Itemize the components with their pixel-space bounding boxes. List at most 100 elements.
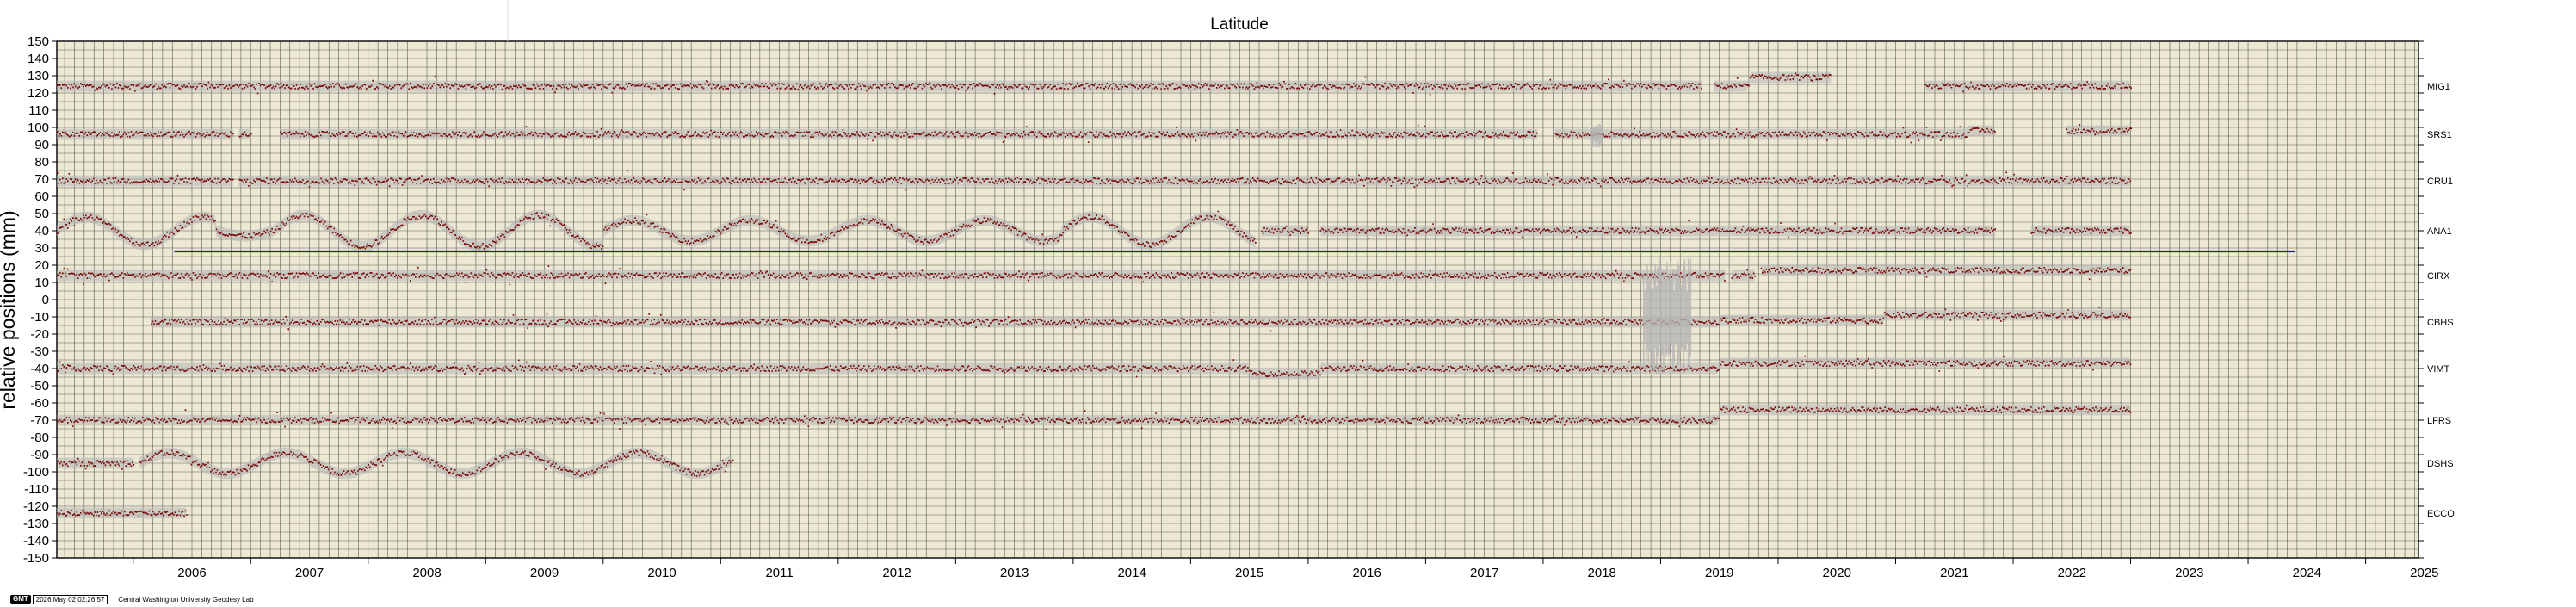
x-tick-label: 2014 [1117, 566, 1146, 580]
cirx-cbhs-noise [1646, 265, 1648, 351]
y-tick-label: -30 [30, 344, 49, 359]
cirx-cbhs-noise [1658, 275, 1660, 362]
y-tick-label: 100 [28, 121, 49, 135]
cirx-cbhs-noise [1677, 266, 1680, 364]
y-tick-label: 70 [34, 172, 49, 187]
cirx-cbhs-noise [1644, 289, 1646, 343]
x-tick-label: 2025 [2410, 566, 2438, 580]
x-tick-label: 2011 [765, 566, 793, 580]
y-tick-label: 110 [28, 103, 49, 118]
cirx-cbhs-noise [1653, 275, 1655, 373]
cirx-cbhs-noise [1657, 266, 1659, 356]
cirx-cbhs-noise [1683, 262, 1684, 375]
x-tick-label: 2020 [1823, 566, 1851, 580]
cirx-cbhs-noise [1661, 280, 1664, 355]
cirx-cbhs-noise [1656, 285, 1658, 375]
cirx-cbhs-noise [1663, 269, 1665, 373]
cirx-cbhs-noise [1682, 278, 1683, 349]
y-tick-label: -140 [23, 534, 49, 548]
station-label-vimt: VIMT [2427, 364, 2450, 375]
y-tick-label: 50 [34, 207, 49, 221]
x-tick-label: 2022 [2058, 566, 2086, 580]
x-tick-label: 2017 [1470, 566, 1498, 580]
cirx-cbhs-noise [1685, 279, 1687, 352]
y-tick-label: 40 [34, 224, 49, 238]
cirx-cbhs-noise [1645, 289, 1647, 369]
srs1-noise [1597, 127, 1599, 144]
station-label-mig1: MIG1 [2427, 82, 2450, 92]
srs1-noise [1598, 124, 1600, 148]
grid-lines [57, 40, 2418, 559]
cirx-cbhs-noise [1667, 277, 1670, 357]
y-tick-label: -110 [24, 482, 49, 497]
cirx-cbhs-noise [1686, 292, 1688, 344]
footer: GMT 2026 May 02 02:26:57 Central Washing… [10, 594, 254, 604]
station-label-ana1: ANA1 [2427, 226, 2452, 237]
station-label-dshs: DSHS [2427, 459, 2454, 469]
y-tick-label: -80 [30, 430, 49, 445]
y-tick-label: 60 [34, 189, 49, 204]
x-tick-label: 2013 [1000, 566, 1029, 580]
station-label-cbhs: CBHS [2427, 318, 2454, 328]
x-tick-label: 2019 [1705, 566, 1733, 580]
gmt-logo: GMT [10, 595, 31, 604]
y-tick-label: -70 [30, 413, 49, 428]
cirx-cbhs-noise [1669, 274, 1671, 354]
srs1-noise [1592, 127, 1594, 147]
cirx-cbhs-noise [1676, 282, 1677, 347]
station-label-lfrs: LFRS [2427, 416, 2451, 426]
y-tick-label: -60 [30, 396, 49, 411]
srs1-noise [1602, 126, 1603, 144]
cirx-cbhs-noise [1690, 258, 1692, 356]
y-tick-label: 150 [28, 34, 49, 49]
cirx-cbhs-noise [1654, 263, 1657, 349]
x-tick-label: 2016 [1352, 566, 1381, 580]
chart-title: Latitude [1210, 15, 1269, 34]
cirx-cbhs-noise [1672, 268, 1674, 373]
srs1-noise [1593, 127, 1596, 142]
x-tick-label: 2009 [530, 566, 559, 580]
y-tick-label: 80 [34, 155, 49, 170]
station-label-cru1: CRU1 [2427, 177, 2453, 187]
x-tick-label: 2021 [1940, 566, 1968, 580]
y-tick-label: -20 [30, 327, 49, 342]
y-tick-label: 0 [42, 293, 49, 307]
x-tick-label: 2008 [412, 566, 441, 580]
cirx-cbhs-noise [1665, 279, 1667, 357]
station-label-ecco: ECCO [2427, 509, 2455, 519]
cirx-cbhs-noise [1673, 291, 1675, 362]
x-tick-label: 2024 [2293, 566, 2321, 580]
cirx-cbhs-noise [1652, 288, 1654, 369]
x-tick-label: 2006 [177, 566, 206, 580]
y-tick-label: -130 [23, 517, 49, 531]
uncertainty-band [57, 269, 1726, 282]
cirx-cbhs-noise [1666, 263, 1668, 353]
srs1-noise [1600, 126, 1603, 144]
cirx-cbhs-noise [1674, 269, 1677, 344]
srs1-noise [1595, 126, 1597, 148]
y-tick-label: -10 [30, 310, 49, 325]
cirx-cbhs-noise [1683, 259, 1686, 350]
y-tick-label: -100 [23, 465, 49, 480]
y-tick-label: -40 [30, 362, 49, 376]
x-tick-label: 2012 [882, 566, 911, 580]
credit-text: Central Washington University Geodesy La… [118, 595, 254, 604]
cirx-cbhs-noise [1689, 270, 1690, 369]
uncertainty-band [57, 80, 1702, 92]
srs1-noise [1596, 124, 1597, 142]
station-label-srs1: SRS1 [2427, 130, 2452, 140]
uncertainty-band [57, 457, 133, 469]
cirx-cbhs-noise [1647, 275, 1649, 364]
x-tick-label: 2023 [2175, 566, 2203, 580]
y-tick-label: 30 [34, 241, 49, 256]
cirx-cbhs-noise [1680, 285, 1683, 350]
cirx-cbhs-noise [1651, 290, 1653, 365]
y-tick-label: 130 [28, 69, 49, 84]
uncertainty-band [2066, 125, 2131, 137]
y-tick-label: 10 [34, 276, 49, 290]
y-axis-label: relative positions (mm) [0, 210, 19, 409]
srs1-noise [1599, 124, 1601, 146]
cirx-cbhs-noise [1679, 283, 1681, 353]
x-tick-label: 2007 [295, 566, 324, 580]
cirx-cbhs-noise [1671, 279, 1673, 346]
